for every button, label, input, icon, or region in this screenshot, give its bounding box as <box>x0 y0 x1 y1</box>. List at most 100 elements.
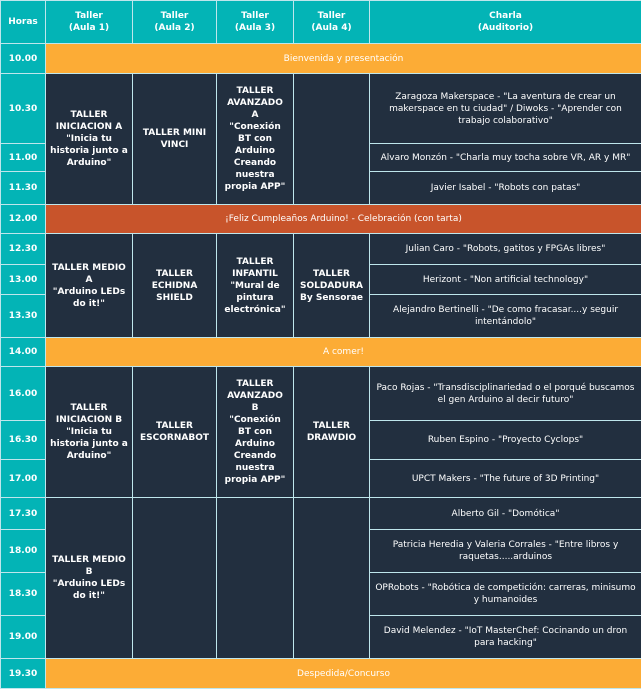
workshop-medio-a: TALLER MEDIO A "Arduino LEDs do it!" <box>46 234 133 338</box>
farewell-band: Despedida/Concurso <box>46 659 641 689</box>
hour-cell: 10.00 <box>1 44 46 74</box>
hour-cell: 14.00 <box>1 338 46 367</box>
hour-cell: 16.00 <box>1 367 46 421</box>
workshop-line: B <box>220 402 290 414</box>
header-label: Charla <box>373 10 638 22</box>
workshop-line: BT con <box>220 133 290 145</box>
workshop-empty-slot <box>133 498 217 659</box>
workshop-line: historia junto a <box>49 438 129 450</box>
workshop-line: "Arduino LEDs <box>49 286 129 298</box>
header-sublabel: (Auditorio) <box>373 22 638 34</box>
workshop-line: A <box>220 109 290 121</box>
header-sublabel: (Aula 1) <box>49 22 129 34</box>
hour-cell: 13.30 <box>1 295 46 338</box>
hour-cell: 17.00 <box>1 460 46 498</box>
workshop-line: "Conexión <box>220 121 290 133</box>
header-label: Taller <box>220 10 290 22</box>
workshop-line: TALLER MINI <box>136 127 213 139</box>
workshop-line: B <box>49 566 129 578</box>
workshop-line: AVANZADO <box>220 97 290 109</box>
header-hours: Horas <box>1 1 46 44</box>
talk-cell: Alejandro Bertinelli - "De como fracasar… <box>370 295 641 338</box>
workshop-line: VINCI <box>136 139 213 151</box>
workshop-line: TALLER <box>297 268 366 280</box>
workshop-line: INFANTIL <box>220 268 290 280</box>
hour-cell: 10.30 <box>1 74 46 144</box>
talk-cell: Paco Rojas - "Transdisciplinariedad o el… <box>370 367 641 421</box>
workshop-line: By Sensorae <box>297 292 366 304</box>
workshop-infantil: TALLER INFANTIL "Mural de pintura electr… <box>217 234 294 338</box>
header-sublabel: (Aula 2) <box>136 22 213 34</box>
workshop-line: Creando <box>220 450 290 462</box>
workshop-line: electrónica" <box>220 304 290 316</box>
workshop-avanzado-b: TALLER AVANZADO B "Conexión BT con Ardui… <box>217 367 294 498</box>
hour-cell: 19.30 <box>1 659 46 689</box>
workshop-escornabot: TALLER ESCORNABOT <box>133 367 217 498</box>
event-schedule-table: Horas Taller (Aula 1) Taller (Aula 2) Ta… <box>0 0 641 689</box>
workshop-line: A <box>49 274 129 286</box>
workshop-line: TALLER <box>220 85 290 97</box>
schedule-row: 12.30 TALLER MEDIO A "Arduino LEDs do it… <box>1 234 641 265</box>
workshop-echidna: TALLER ECHIDNA SHIELD <box>133 234 217 338</box>
header-aula-2: Taller (Aula 2) <box>133 1 217 44</box>
workshop-line: TALLER <box>220 378 290 390</box>
workshop-line: Arduino" <box>49 157 129 169</box>
workshop-line: TALLER <box>220 256 290 268</box>
talk-cell: Alberto Gil - "Domótica" <box>370 498 641 530</box>
workshop-line: AVANZADO <box>220 390 290 402</box>
workshop-line: TALLER MEDIO <box>49 262 129 274</box>
talk-cell: UPCT Makers - "The future of 3D Printing… <box>370 460 641 498</box>
header-label: Taller <box>297 10 366 22</box>
header-label: Taller <box>49 10 129 22</box>
talk-cell: Alvaro Monzón - "Charla muy tocha sobre … <box>370 144 641 172</box>
workshop-line: "Conexión <box>220 414 290 426</box>
workshop-line: BT con <box>220 426 290 438</box>
welcome-band: Bienvenida y presentación <box>46 44 641 74</box>
hour-cell: 13.00 <box>1 265 46 295</box>
workshop-line: nuestra <box>220 462 290 474</box>
workshop-line: TALLER <box>136 420 213 432</box>
schedule-row: 19.30 Despedida/Concurso <box>1 659 641 689</box>
workshop-line: pintura <box>220 292 290 304</box>
workshop-line: TALLER MEDIO <box>49 554 129 566</box>
header-row: Horas Taller (Aula 1) Taller (Aula 2) Ta… <box>1 1 641 44</box>
workshop-line: "Inicia tu <box>49 133 129 145</box>
header-sublabel: (Aula 3) <box>220 22 290 34</box>
workshop-empty-slot <box>294 498 370 659</box>
talk-cell: Javier Isabel - "Robots con patas" <box>370 172 641 205</box>
workshop-line: ECHIDNA <box>136 280 213 292</box>
lunch-band: A comer! <box>46 338 641 367</box>
header-aula-3: Taller (Aula 3) <box>217 1 294 44</box>
workshop-line: propia APP" <box>220 474 290 486</box>
workshop-line: Arduino" <box>49 450 129 462</box>
workshop-line: INICIACION A <box>49 121 129 133</box>
workshop-line: nuestra <box>220 169 290 181</box>
hour-cell: 17.30 <box>1 498 46 530</box>
talk-cell: Patricia Heredia y Valeria Corrales - "E… <box>370 530 641 573</box>
talk-cell: Julian Caro - "Robots, gatitos y FPGAs l… <box>370 234 641 265</box>
schedule-row: 16.00 TALLER INICIACION B "Inicia tu his… <box>1 367 641 421</box>
workshop-line: "Mural de <box>220 280 290 292</box>
workshop-line: ESCORNABOT <box>136 432 213 444</box>
header-sublabel: (Aula 4) <box>297 22 366 34</box>
workshop-drawdio: TALLER DRAWDIO <box>294 367 370 498</box>
schedule-row: 10.00 Bienvenida y presentación <box>1 44 641 74</box>
hour-cell: 18.00 <box>1 530 46 573</box>
workshop-line: "Inicia tu <box>49 426 129 438</box>
workshop-line: TALLER <box>49 109 129 121</box>
workshop-line: INICIACION B <box>49 414 129 426</box>
workshop-line: Arduino <box>220 438 290 450</box>
talk-cell: Zaragoza Makerspace - "La aventura de cr… <box>370 74 641 144</box>
workshop-line: do it!" <box>49 298 129 310</box>
talk-cell: Herizont - "Non artificial technology" <box>370 265 641 295</box>
workshop-line: SHIELD <box>136 292 213 304</box>
hour-cell: 19.00 <box>1 616 46 659</box>
hour-cell: 16.30 <box>1 421 46 460</box>
workshop-line: TALLER <box>297 420 366 432</box>
hour-cell: 11.30 <box>1 172 46 205</box>
header-label: Taller <box>136 10 213 22</box>
workshop-empty-slot <box>294 74 370 205</box>
hour-cell: 11.00 <box>1 144 46 172</box>
hour-cell: 12.00 <box>1 205 46 234</box>
workshop-medio-b: TALLER MEDIO B "Arduino LEDs do it!" <box>46 498 133 659</box>
